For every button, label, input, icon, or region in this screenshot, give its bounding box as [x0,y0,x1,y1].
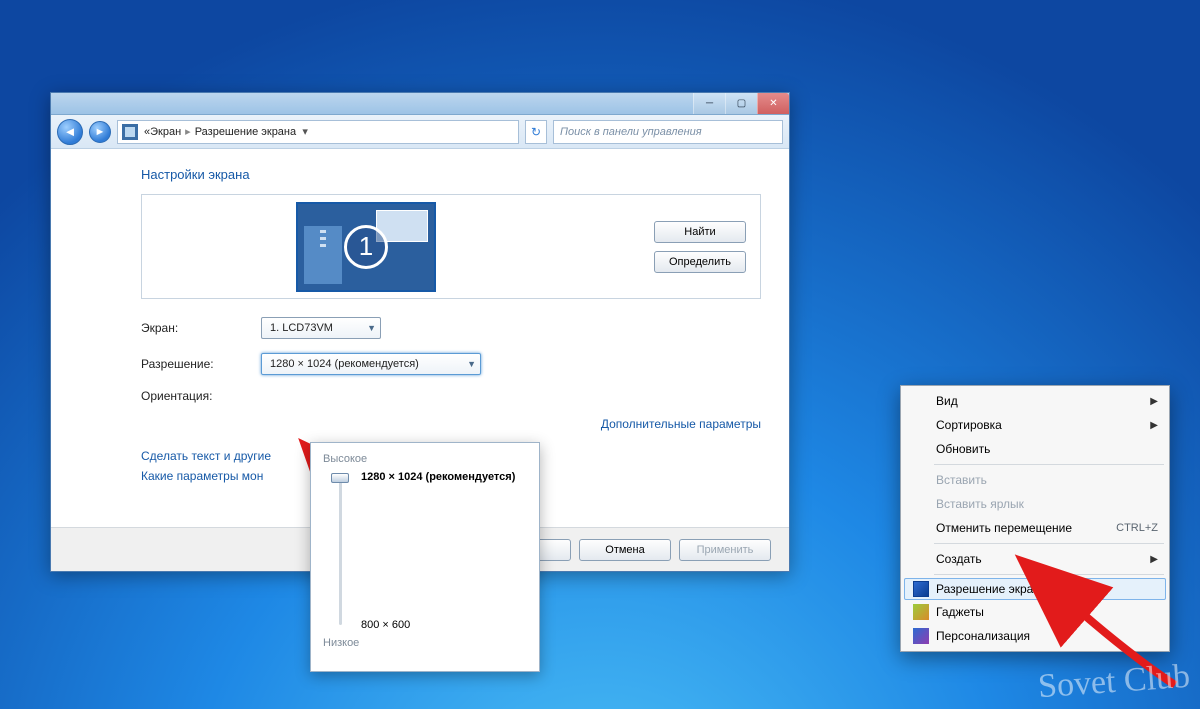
screen-combo[interactable]: 1. LCD73VM ▼ [261,317,381,339]
breadcrumb-leaf[interactable]: Разрешение экрана [195,126,296,138]
monitor-preview[interactable]: 1 [296,202,436,292]
slider-low-label: Низкое [323,637,527,649]
address-bar: ◄ ► « Экран ▸ Разрешение экрана ▾ ↻ Поис… [51,115,789,149]
identify-button[interactable]: Определить [654,251,746,273]
apply-button: Применить [679,539,771,561]
gadgets-icon [913,604,929,620]
nav-forward-button[interactable]: ► [89,121,111,143]
titlebar[interactable]: ─ ▢ ✕ [51,93,789,115]
ctx-undo[interactable]: Отменить перемещение CTRL+Z [904,516,1166,540]
refresh-button[interactable]: ↻ [525,120,547,144]
ctx-paste: Вставить [904,468,1166,492]
nav-back-button[interactable]: ◄ [57,119,83,145]
chevron-down-icon: ▼ [467,359,476,369]
control-panel-icon [122,124,138,140]
ctx-refresh[interactable]: Обновить [904,437,1166,461]
slider-thumb[interactable] [331,473,349,483]
ctx-paste-shortcut: Вставить ярлык [904,492,1166,516]
slider-high-label: Высокое [323,453,527,465]
submenu-arrow-icon: ▶ [1150,420,1158,431]
resolution-label: Разрешение: [141,357,261,371]
address-dropdown[interactable]: ▾ [296,125,314,138]
monitor-number: 1 [344,225,388,269]
ctx-sort[interactable]: Сортировка ▶ [904,413,1166,437]
close-button[interactable]: ✕ [757,93,789,114]
chevron-down-icon: ▼ [367,323,376,333]
resolution-combo[interactable]: 1280 × 1024 (рекомендуется) ▼ [261,353,481,375]
ctx-gadgets[interactable]: Гаджеты [904,600,1166,624]
ctx-view[interactable]: Вид ▶ [904,389,1166,413]
detect-button[interactable]: Найти [654,221,746,243]
submenu-arrow-icon: ▶ [1150,396,1158,407]
resolution-slider[interactable]: 1280 × 1024 (рекомендуется) 800 × 600 [333,471,527,631]
breadcrumb[interactable]: « Экран ▸ Разрешение экрана ▾ [117,120,519,144]
orientation-label: Ориентация: [141,389,261,403]
desktop-context-menu: Вид ▶ Сортировка ▶ Обновить Вставить Вст… [900,385,1170,652]
personalize-icon [913,628,929,644]
monitor-icon [913,581,929,597]
screen-label: Экран: [141,321,261,335]
breadcrumb-root[interactable]: Экран [150,126,181,138]
monitor-preview-box: 1 Найти Определить [141,194,761,299]
minimize-button[interactable]: ─ [693,93,725,114]
slider-max-value: 1280 × 1024 (рекомендуется) [361,471,515,483]
page-title: Настройки экрана [141,167,761,182]
cancel-button[interactable]: Отмена [579,539,671,561]
ctx-screen-resolution[interactable]: Разрешение экрана [904,578,1166,600]
ctx-personalize[interactable]: Персонализация [904,624,1166,648]
slider-min-value: 800 × 600 [361,619,410,631]
watermark: Sovet Club [1037,658,1191,707]
advanced-link[interactable]: Дополнительные параметры [601,417,761,431]
resolution-slider-flyout: Высокое 1280 × 1024 (рекомендуется) 800 … [310,442,540,672]
search-input[interactable]: Поиск в панели управления [553,120,783,144]
maximize-button[interactable]: ▢ [725,93,757,114]
ctx-new[interactable]: Создать ▶ [904,547,1166,571]
submenu-arrow-icon: ▶ [1150,554,1158,565]
